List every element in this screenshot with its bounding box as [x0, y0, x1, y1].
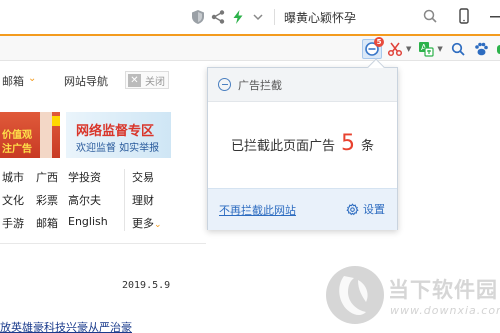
banner-text-line2: 注广告	[2, 144, 32, 155]
adblock-popup: 广告拦截 已拦截此页面广告 5 条 不再拦截此网站 设置	[207, 58, 398, 230]
close-icon: ✕	[128, 73, 141, 87]
adblock-count-badge: 5	[374, 37, 384, 47]
translate-icon: A	[419, 42, 434, 57]
link-invest[interactable]: 学投资	[68, 169, 101, 185]
watermark-url: www.downxia.com	[390, 304, 500, 317]
adblock-button[interactable]: 5	[362, 37, 384, 59]
link-culture[interactable]: 文化	[2, 192, 24, 208]
watermark-text: 当下软件园	[388, 278, 498, 302]
shield-icon[interactable]	[190, 9, 206, 25]
window-minimize-icon[interactable]	[490, 8, 500, 24]
stop-blocking-site-link[interactable]: 不再拦截此网站	[219, 202, 296, 218]
address-separator	[274, 9, 275, 25]
settings-label: 设置	[363, 203, 385, 216]
link-trade[interactable]: 交易	[132, 169, 154, 185]
link-finance[interactable]: 理财	[132, 192, 154, 208]
link-lottery[interactable]: 彩票	[36, 192, 58, 208]
search-tool-button[interactable]	[448, 39, 468, 59]
banner-network-supervision[interactable]: 网络监督专区 欢迎监督 如实举报	[66, 112, 171, 158]
chevron-down-icon[interactable]: ▼	[437, 45, 442, 53]
banner-title: 网络监督专区	[76, 124, 155, 139]
paw-icon	[474, 42, 488, 56]
toolbar-icons: 5 ▼ A ▼	[362, 37, 500, 59]
link-golf[interactable]: 高尔夫	[68, 192, 101, 208]
flag-illustration	[52, 116, 60, 126]
popup-footer: 不再拦截此网站 设置	[208, 188, 397, 230]
section-divider	[0, 243, 206, 244]
banner-values-ad[interactable]: 价值观 注广告	[0, 112, 60, 158]
search-query-text[interactable]: 曝黄心颖怀孕	[284, 9, 356, 26]
gamepad-icon	[496, 45, 500, 54]
popup-header: 广告拦截	[208, 68, 397, 102]
chevron-down-icon[interactable]: ▼	[406, 45, 411, 53]
popup-title: 广告拦截	[238, 78, 282, 92]
watermark-logo	[326, 266, 384, 324]
game-button[interactable]	[494, 39, 500, 59]
blocked-count: 5	[341, 131, 355, 156]
address-bar-icons	[190, 9, 266, 25]
link-english[interactable]: English	[68, 215, 108, 228]
link-more[interactable]: 更多⌄	[132, 215, 162, 231]
chevron-down-icon[interactable]	[250, 9, 266, 25]
nav-tab-site-guide[interactable]: 网站导航	[64, 73, 108, 89]
banner-subtitle: 欢迎监督 如实举报	[76, 143, 160, 154]
lightning-icon[interactable]	[230, 9, 246, 25]
links-divider	[124, 169, 125, 231]
gear-icon	[346, 202, 359, 215]
extension-toolbar: 5 ▼ A ▼	[0, 34, 500, 61]
link-more-label: 更多	[132, 217, 154, 230]
link-city[interactable]: 城市	[2, 169, 24, 185]
share-icon[interactable]	[210, 9, 226, 25]
page-nav: 邮箱 ⌄ 网站导航 ✕ 关闭	[0, 71, 206, 91]
chevron-down-icon[interactable]: ⌄	[28, 73, 36, 84]
link-guangxi[interactable]: 广西	[36, 169, 58, 185]
link-mailbox[interactable]: 邮箱	[36, 215, 58, 231]
pillar-illustration	[40, 112, 52, 158]
banner-text-line1: 价值观	[2, 130, 32, 141]
translate-button[interactable]: A	[416, 39, 436, 59]
search-icon	[451, 42, 465, 56]
phone-icon[interactable]	[456, 8, 472, 24]
adblock-icon	[218, 78, 231, 91]
link-mobile-games[interactable]: 手游	[2, 215, 24, 231]
baidu-button[interactable]	[471, 39, 491, 59]
address-bar: 曝黄心颖怀孕	[0, 0, 500, 34]
nav-tab-mailbox[interactable]: 邮箱	[2, 73, 24, 89]
search-icon[interactable]	[422, 8, 438, 24]
close-label: 关闭	[145, 76, 165, 88]
settings-button[interactable]: 设置	[346, 201, 385, 217]
message-prefix: 已拦截此页面广告	[230, 139, 335, 154]
news-headline[interactable]: 放英雄豪科技兴豪从严治豪	[0, 319, 132, 333]
close-button[interactable]: ✕ 关闭	[125, 71, 169, 89]
chevron-down-icon: ⌄	[154, 220, 162, 230]
scissors-icon	[387, 42, 403, 57]
message-suffix: 条	[361, 139, 375, 154]
blocked-count-message: 已拦截此页面广告 5 条	[208, 131, 397, 156]
news-date: 2019.5.9	[122, 280, 171, 291]
screenshot-button[interactable]	[385, 39, 405, 59]
site-watermark: 当下软件园 www.downxia.com	[326, 266, 500, 330]
